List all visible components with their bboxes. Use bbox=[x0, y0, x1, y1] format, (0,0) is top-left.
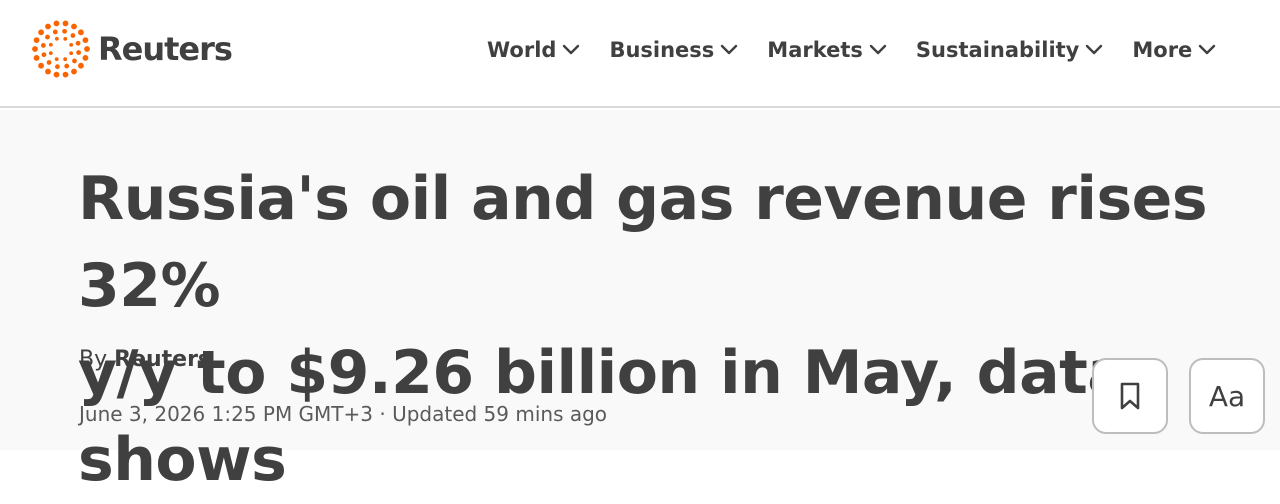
nav-item-business[interactable]: Business bbox=[609, 38, 738, 62]
byline-prefix: By bbox=[79, 347, 108, 372]
logo-dot bbox=[53, 20, 60, 27]
logo-dot bbox=[55, 64, 60, 70]
chevron-down-icon bbox=[1199, 44, 1216, 55]
logo-dot bbox=[82, 54, 89, 61]
logo-dot bbox=[63, 57, 68, 62]
article-headline: Russia's oil and gas revenue rises 32% y… bbox=[78, 156, 1278, 504]
logo-dot bbox=[75, 40, 81, 46]
nav-item-more[interactable]: More bbox=[1132, 38, 1216, 62]
logo-dot bbox=[45, 23, 51, 30]
chevron-down-icon bbox=[721, 44, 738, 55]
logo-dot bbox=[62, 20, 69, 27]
logo-wordmark: Reuters bbox=[98, 30, 233, 68]
logo-dot bbox=[70, 33, 76, 38]
nav-item-world[interactable]: World bbox=[487, 38, 580, 62]
nav-item-sustainability[interactable]: Sustainability bbox=[916, 38, 1103, 62]
nav-item-label: More bbox=[1132, 38, 1193, 62]
chevron-down-icon bbox=[563, 44, 580, 55]
article-dateline: June 3, 2026 1:25 PM GMT+3 · Updated 59 … bbox=[79, 402, 608, 426]
logo-dot bbox=[69, 51, 74, 56]
font-size-button[interactable]: Aa bbox=[1189, 358, 1265, 434]
logo-dot bbox=[38, 62, 44, 69]
logo-dot bbox=[82, 37, 89, 44]
nav-item-label: Sustainability bbox=[915, 38, 1080, 62]
headline-line-1: Russia's oil and gas revenue rises 32% bbox=[78, 164, 1208, 321]
logo-dot bbox=[45, 68, 51, 75]
logo-dot bbox=[45, 34, 50, 40]
nav-item-label: Markets bbox=[767, 38, 863, 62]
logo-dot bbox=[78, 29, 84, 36]
font-size-label: Aa bbox=[1208, 379, 1246, 413]
main-nav: World Business Markets Sustainability Mo… bbox=[487, 32, 1216, 68]
nav-item-label: World bbox=[487, 38, 557, 62]
nav-item-label: Business bbox=[609, 38, 715, 62]
logo-dot bbox=[72, 58, 77, 64]
site-header: Reuters World Business Markets Sustainab… bbox=[0, 0, 1280, 108]
logo-dot bbox=[64, 63, 70, 69]
chevron-down-icon bbox=[869, 44, 887, 55]
logo-dot bbox=[54, 36, 59, 41]
article-header: Russia's oil and gas revenue rises 32% y… bbox=[0, 110, 1280, 495]
logo-dot bbox=[54, 57, 59, 62]
logo-dot bbox=[62, 28, 67, 34]
logo-dot bbox=[62, 71, 69, 78]
author-link[interactable]: Reuters bbox=[114, 347, 211, 372]
logo-dot bbox=[40, 43, 46, 48]
bookmark-button[interactable] bbox=[1092, 358, 1168, 434]
reuters-logo[interactable]: Reuters bbox=[30, 18, 233, 80]
reuters-logo-icon bbox=[32, 20, 90, 78]
logo-dot bbox=[48, 42, 53, 47]
bookmark-icon bbox=[1120, 382, 1140, 410]
logo-dot bbox=[84, 46, 90, 52]
logo-dot bbox=[76, 50, 82, 55]
logo-dot bbox=[71, 23, 77, 30]
logo-dot bbox=[46, 60, 52, 65]
logo-dot bbox=[41, 52, 47, 58]
logo-dot bbox=[53, 71, 60, 78]
logo-dot bbox=[71, 68, 77, 75]
nav-item-markets[interactable]: Markets bbox=[767, 38, 887, 62]
logo-dot bbox=[38, 29, 44, 36]
logo-dot bbox=[78, 62, 84, 69]
logo-dot bbox=[52, 29, 58, 35]
logo-dot bbox=[48, 51, 53, 56]
logo-dot bbox=[33, 54, 40, 61]
chevron-down-icon bbox=[1086, 44, 1103, 55]
logo-dot bbox=[63, 36, 68, 41]
byline: By Reuters bbox=[79, 347, 211, 372]
logo-dot bbox=[33, 37, 40, 44]
logo-dot bbox=[32, 46, 38, 52]
logo-dot bbox=[69, 42, 74, 47]
